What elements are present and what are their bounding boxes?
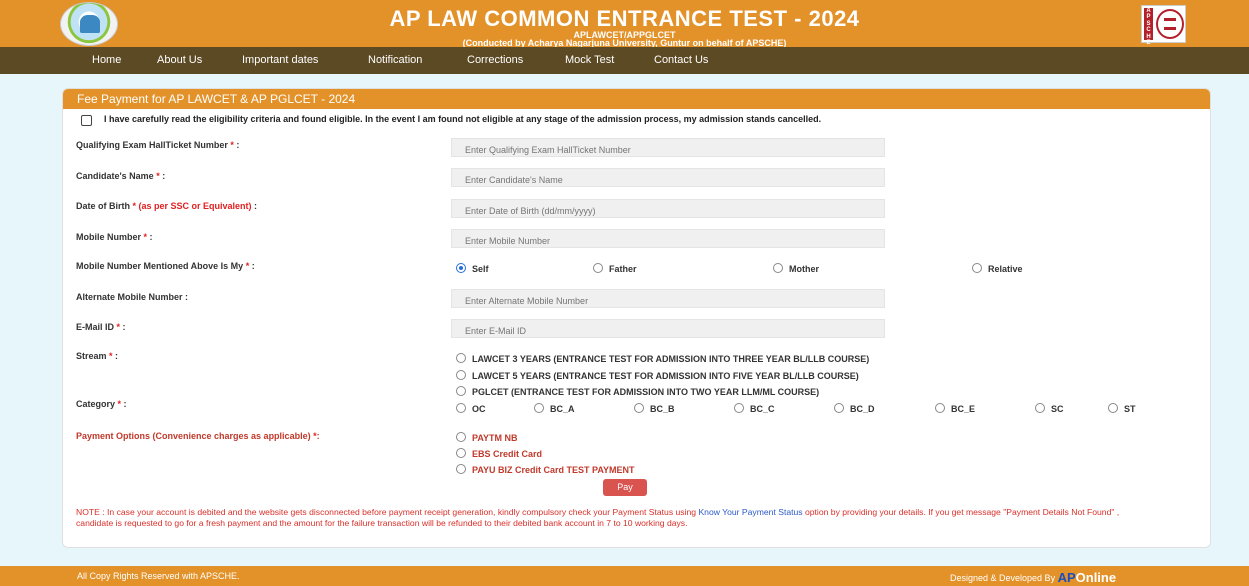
payment-ebs-credit-card[interactable]: EBS Credit Card	[456, 448, 542, 459]
hallticket-input[interactable]	[451, 138, 885, 157]
nav-contact-us[interactable]: Contact Us	[654, 47, 708, 74]
stream-pglcet[interactable]: PGLCET (ENTRANCE TEST FOR ADMISSION INTO…	[456, 386, 819, 397]
candidate-name-label: Candidate's Name * :	[76, 171, 166, 181]
radio-icon[interactable]	[456, 448, 466, 458]
radio-icon[interactable]	[935, 403, 945, 413]
radio-icon[interactable]	[456, 403, 466, 413]
know-payment-status-link[interactable]: Know Your Payment Status	[698, 507, 802, 517]
panel-header: Fee Payment for AP LAWCET & AP PGLCET - …	[63, 89, 1210, 109]
copyright-text: All Copy Rights Reserved with APSCHE.	[77, 571, 240, 581]
category-label: Category * :	[76, 399, 127, 409]
radio-icon[interactable]	[1035, 403, 1045, 413]
category-st[interactable]: ST	[1108, 403, 1136, 414]
category-sc[interactable]: SC	[1035, 403, 1064, 414]
radio-icon[interactable]	[773, 263, 783, 273]
declaration-checkbox[interactable]	[81, 115, 92, 126]
aponline-logo[interactable]: AP	[1058, 570, 1076, 585]
radio-icon[interactable]	[456, 386, 466, 396]
nav-notification[interactable]: Notification	[368, 47, 422, 74]
nav-important-dates[interactable]: Important dates	[242, 47, 318, 74]
alt-mobile-input[interactable]	[451, 289, 885, 308]
category-bc-c[interactable]: BC_C	[734, 403, 775, 414]
mobile-owner-self[interactable]: Self	[456, 263, 489, 274]
dob-label: Date of Birth * (as per SSC or Equivalen…	[76, 201, 258, 211]
radio-icon[interactable]	[456, 432, 466, 442]
declaration-text: I have carefully read the eligibility cr…	[104, 114, 822, 124]
category-bc-a[interactable]: BC_A	[534, 403, 575, 414]
payment-options-label: Payment Options (Convenience charges as …	[76, 431, 320, 441]
radio-icon[interactable]	[456, 370, 466, 380]
designed-by-text: Designed & Developed By APOnline	[950, 570, 1117, 585]
dob-input[interactable]	[451, 199, 885, 218]
radio-icon[interactable]	[634, 403, 644, 413]
site-footer: All Copy Rights Reserved with APSCHE. De…	[0, 566, 1249, 586]
pay-button[interactable]: Pay	[603, 479, 647, 496]
radio-icon[interactable]	[593, 263, 603, 273]
mobile-owner-label: Mobile Number Mentioned Above Is My * :	[76, 261, 255, 271]
apsche-logo: APSCHE	[1141, 5, 1186, 46]
stream-lawcet-5[interactable]: LAWCET 5 YEARS (ENTRANCE TEST FOR ADMISS…	[456, 370, 859, 381]
radio-icon[interactable]	[834, 403, 844, 413]
nav-corrections[interactable]: Corrections	[467, 47, 523, 74]
mobile-input[interactable]	[451, 229, 885, 248]
main-nav: Home About Us Important dates Notificati…	[0, 47, 1249, 74]
radio-icon[interactable]	[534, 403, 544, 413]
site-header: AP LAW COMMON ENTRANCE TEST - 2024 APLAW…	[0, 0, 1249, 48]
category-bc-b[interactable]: BC_B	[634, 403, 675, 414]
category-bc-d[interactable]: BC_D	[834, 403, 875, 414]
payment-payu-biz[interactable]: PAYU BIZ Credit Card TEST PAYMENT	[456, 464, 635, 475]
category-oc[interactable]: OC	[456, 403, 486, 414]
radio-selected-icon[interactable]	[456, 263, 466, 273]
nav-about-us[interactable]: About Us	[157, 47, 202, 74]
category-bc-e[interactable]: BC_E	[935, 403, 975, 414]
nav-mock-test[interactable]: Mock Test	[565, 47, 614, 74]
mobile-owner-mother[interactable]: Mother	[773, 263, 819, 274]
candidate-name-input[interactable]	[451, 168, 885, 187]
payment-note: NOTE : In case your account is debited a…	[76, 507, 1146, 528]
mobile-owner-father[interactable]: Father	[593, 263, 637, 274]
page-title: AP LAW COMMON ENTRANCE TEST - 2024	[389, 6, 860, 31]
radio-icon[interactable]	[734, 403, 744, 413]
nav-home[interactable]: Home	[92, 47, 121, 74]
email-input[interactable]	[451, 319, 885, 338]
note-text: NOTE : In case your account is debited a…	[76, 507, 699, 517]
stream-label: Stream * :	[76, 351, 119, 361]
panel-heading: Fee Payment for AP LAWCET & AP PGLCET - …	[77, 92, 356, 106]
payment-paytm-nb[interactable]: PAYTM NB	[456, 432, 518, 443]
radio-icon[interactable]	[1108, 403, 1118, 413]
hallticket-label: Qualifying Exam HallTicket Number * :	[76, 140, 240, 150]
mobile-label: Mobile Number * :	[76, 232, 153, 242]
alt-mobile-label: Alternate Mobile Number :	[76, 292, 189, 302]
radio-icon[interactable]	[972, 263, 982, 273]
radio-icon[interactable]	[456, 353, 466, 363]
email-label: E-Mail ID * :	[76, 322, 126, 332]
mobile-owner-relative[interactable]: Relative	[972, 263, 1023, 274]
stream-lawcet-3[interactable]: LAWCET 3 YEARS (ENTRANCE TEST FOR ADMISS…	[456, 353, 869, 364]
radio-icon[interactable]	[456, 464, 466, 474]
